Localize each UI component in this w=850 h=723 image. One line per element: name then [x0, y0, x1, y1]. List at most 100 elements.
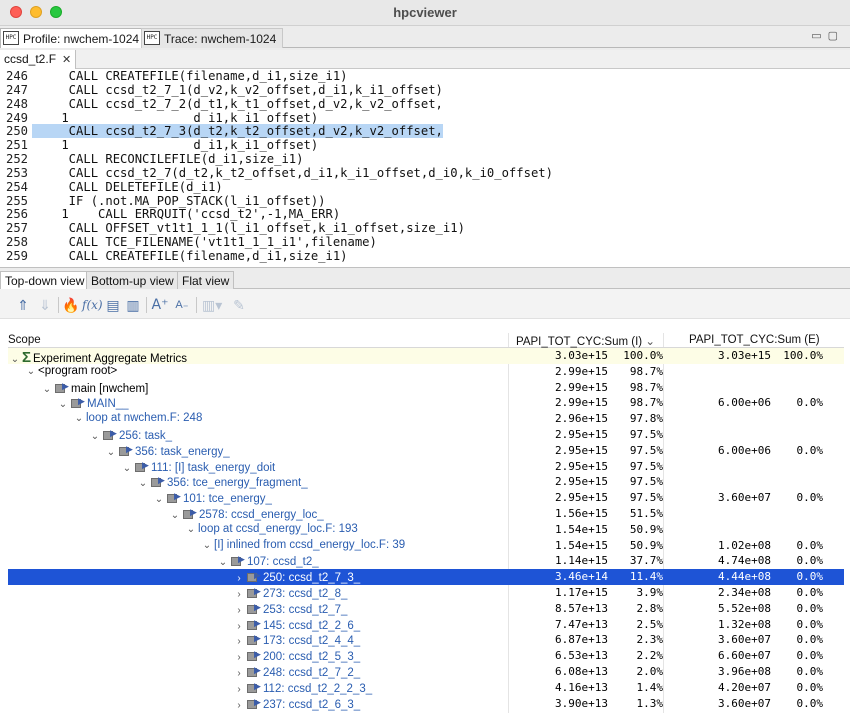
scope-cell: ⌄ 256: task_: [8, 428, 508, 442]
chevron-down-icon[interactable]: ⌄: [40, 384, 54, 395]
close-tab-icon[interactable]: ✕: [62, 54, 71, 66]
chevron-down-icon[interactable]: ⌄: [168, 510, 182, 521]
scope-label[interactable]: 250: ccsd_t2_7_3_: [263, 572, 360, 584]
hot-path-icon[interactable]: 🔥: [62, 296, 80, 314]
table-row[interactable]: ⌄ loop at nwchem.F: 248 2.96e+15 97.8%: [8, 411, 844, 427]
table-row[interactable]: › 253: ccsd_t2_7_ 8.57e+13 2.8% 5.52e+08 0.…: [8, 601, 844, 617]
chevron-down-icon[interactable]: ⌄: [72, 413, 86, 424]
code-text: CALL ccsd_t2_7_1(d_v2,k_v2_offset,d_i1,k…: [32, 82, 443, 97]
table-row[interactable]: ⌄ 107: ccsd_t2_ 1.14e+15 37.7% 4.74e+08 0.0…: [8, 553, 844, 569]
scope-label[interactable]: 356: task_energy_: [135, 446, 230, 458]
chevron-down-icon[interactable]: ⌄: [152, 494, 166, 505]
scope-label[interactable]: 107: ccsd_t2_: [247, 556, 319, 568]
exclusive-percent: 0.0%: [796, 696, 824, 710]
column-toggle-icon[interactable]: ▥: [124, 296, 142, 314]
chevron-right-icon[interactable]: ›: [232, 589, 246, 600]
scope-label[interactable]: 237: ccsd_t2_6_3_: [263, 699, 360, 711]
scope-label[interactable]: 173: ccsd_t2_4_4_: [263, 635, 360, 647]
editor-tab[interactable]: ccsd_t2.F ✕: [0, 50, 77, 69]
table-row[interactable]: › 173: ccsd_t2_4_4_ 6.87e+13 2.3% 3.60e+07…: [8, 632, 844, 648]
chevron-down-icon[interactable]: ⌄: [88, 431, 102, 442]
header-exclusive[interactable]: PAPI_TOT_CYC:Sum (E): [689, 334, 820, 346]
table-row[interactable]: › 112: ccsd_t2_2_2_3_ 4.16e+13 1.4% 4.20e+…: [8, 680, 844, 696]
chevron-right-icon[interactable]: ›: [232, 621, 246, 632]
chevron-right-icon[interactable]: ›: [232, 636, 246, 647]
table-row[interactable]: › 248: ccsd_t2_7_2_ 6.08e+13 2.0% 3.96e+08…: [8, 664, 844, 680]
table-row[interactable]: ⌄ 101: tce_energy_ 2.95e+15 97.5% 3.60e+07…: [8, 490, 844, 506]
font-increase-icon[interactable]: A⁺: [151, 296, 169, 314]
table-row[interactable]: ⌄ <program root> 2.99e+15 98.7%: [8, 364, 844, 380]
scope-label[interactable]: 111: [I] task_energy_doit: [151, 462, 275, 474]
scope-label[interactable]: 112: ccsd_t2_2_2_3_: [263, 683, 372, 695]
chevron-down-icon[interactable]: ⌄: [200, 540, 214, 551]
table-row[interactable]: › 237: ccsd_t2_6_3_ 3.90e+13 1.3% 3.60e+07…: [8, 696, 844, 712]
chevron-right-icon[interactable]: ›: [232, 700, 246, 711]
scope-label[interactable]: 145: ccsd_t2_2_6_: [263, 620, 360, 632]
minimize-view-icon[interactable]: ▭: [811, 30, 827, 42]
table-row[interactable]: ⌄ 111: [I] task_energy_doit 2.95e+15 97.5%: [8, 459, 844, 475]
maximize-view-icon[interactable]: ▢: [828, 30, 844, 42]
derived-metric-icon[interactable]: f(x): [82, 296, 103, 314]
chevron-down-icon[interactable]: ⌄: [216, 557, 230, 568]
graph-icon[interactable]: ▥▾: [202, 296, 222, 314]
scope-label[interactable]: loop at nwchem.F: 248: [86, 412, 202, 424]
table-row[interactable]: › 200: ccsd_t2_5_3_ 6.53e+13 2.2% 6.60e+07…: [8, 648, 844, 664]
scope-label[interactable]: loop at ccsd_energy_loc.F: 193: [198, 523, 358, 535]
code-line-highlighted: 250 CALL ccsd_t2_7_3(d_t2,k_t2_offset,d_…: [0, 124, 850, 139]
thread-view-icon[interactable]: ✎: [230, 296, 248, 314]
font-decrease-icon[interactable]: A₋: [173, 296, 191, 314]
chevron-right-icon[interactable]: ›: [232, 652, 246, 663]
table-row[interactable]: ⌄ main [nwchem] 2.99e+15 98.7%: [8, 380, 844, 396]
inclusive-value: 6.87e+13: [555, 633, 608, 647]
chevron-right-icon[interactable]: ›: [232, 605, 246, 616]
chevron-down-icon[interactable]: ⌄: [184, 524, 198, 535]
perspective-tabbar: HPC Profile: nwchem-1024 HPC Trace: nwch…: [0, 26, 850, 48]
table-row[interactable]: ⌄ 256: task_ 2.95e+15 97.5%: [8, 427, 844, 443]
scope-label[interactable]: MAIN__: [87, 398, 129, 410]
table-row[interactable]: › 145: ccsd_t2_2_6_ 7.47e+13 2.5% 1.32e+08…: [8, 617, 844, 633]
tab-flat[interactable]: Flat view: [177, 271, 235, 289]
scope-label[interactable]: 253: ccsd_t2_7_: [263, 604, 347, 616]
tab-trace-label: Trace: nwchem-1024: [164, 32, 277, 46]
chevron-right-icon[interactable]: ›: [232, 573, 246, 584]
scope-label[interactable]: [I] inlined from ccsd_energy_loc.F: 39: [214, 539, 405, 551]
tab-trace[interactable]: HPC Trace: nwchem-1024: [141, 28, 284, 48]
scope-label[interactable]: 200: ccsd_t2_5_3_: [263, 651, 360, 663]
table-row-selected[interactable]: › 250: ccsd_t2_7_3_ 3.46e+14 11.4% 4.44e+0…: [8, 569, 844, 585]
tab-top-down[interactable]: Top-down view: [0, 271, 90, 289]
table-row[interactable]: ⌄ MAIN__ 2.99e+15 98.7% 6.00e+06 0.0%: [8, 395, 844, 411]
tab-bottom-up[interactable]: Bottom-up view: [86, 271, 179, 289]
code-area[interactable]: 246 CALL CREATEFILE(filename,d_i1,size_i…: [0, 69, 850, 264]
scope-label[interactable]: 101: tce_energy_: [183, 493, 272, 505]
chevron-down-icon[interactable]: ⌄: [104, 447, 118, 458]
scope-label[interactable]: 248: ccsd_t2_7_2_: [263, 667, 360, 679]
callsite-icon: [134, 460, 150, 472]
zoom-out-icon[interactable]: ⇓: [36, 296, 54, 314]
table-row[interactable]: ⌄ Σ Experiment Aggregate Metrics 3.03e+15 1…: [8, 348, 844, 366]
scope-cell: ⌄ 356: task_energy_: [8, 444, 508, 458]
scope-label[interactable]: 2578: ccsd_energy_loc_: [199, 509, 324, 521]
filter-metrics-icon[interactable]: ▤: [104, 296, 122, 314]
table-row[interactable]: ⌄ 356: task_energy_ 2.95e+15 97.5% 6.00e+0…: [8, 443, 844, 459]
scope-label[interactable]: 256: task_: [119, 430, 172, 442]
chevron-down-icon[interactable]: ⌄: [136, 478, 150, 489]
chevron-down-icon[interactable]: ⌄: [120, 463, 134, 474]
chevron-right-icon[interactable]: ›: [232, 668, 246, 679]
table-row[interactable]: ⌄ loop at ccsd_energy_loc.F: 193 1.54e+15…: [8, 522, 844, 538]
chevron-down-icon[interactable]: ⌄: [56, 399, 70, 410]
chevron-down-icon[interactable]: ⌄: [24, 366, 38, 377]
header-inclusive[interactable]: PAPI_TOT_CYC:Sum (I) ⌄: [516, 334, 655, 348]
exclusive-value: 5.52e+08: [718, 601, 771, 615]
table-row[interactable]: ⌄ [I] inlined from ccsd_energy_loc.F: 39 …: [8, 538, 844, 554]
chevron-right-icon[interactable]: ›: [232, 684, 246, 695]
header-scope[interactable]: Scope: [8, 334, 41, 346]
sort-descending-icon[interactable]: ⌄: [645, 336, 655, 348]
scope-label[interactable]: 273: ccsd_t2_8_: [263, 588, 347, 600]
table-row[interactable]: ⌄ 2578: ccsd_energy_loc_ 1.56e+15 51.5%: [8, 506, 844, 522]
scope-label[interactable]: 356: tce_energy_fragment_: [167, 477, 308, 489]
tab-profile[interactable]: HPC Profile: nwchem-1024: [0, 28, 147, 48]
table-row[interactable]: ⌄ 356: tce_energy_fragment_ 2.95e+15 97.5%: [8, 474, 844, 490]
zoom-in-icon[interactable]: ⇑: [14, 296, 32, 314]
callsite-icon: [246, 681, 262, 693]
table-row[interactable]: › 273: ccsd_t2_8_ 1.17e+15 3.9% 2.34e+08 0.…: [8, 585, 844, 601]
